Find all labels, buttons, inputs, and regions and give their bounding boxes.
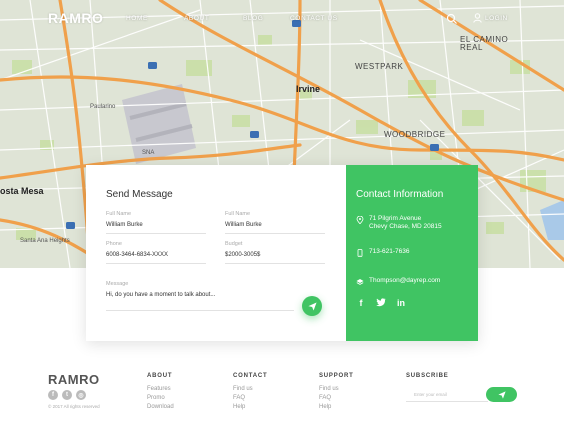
footer-social-links: f t ◎ — [48, 390, 86, 400]
field-value[interactable]: William Burke — [106, 222, 206, 234]
nav-about[interactable]: ABOUT — [184, 15, 209, 22]
logo[interactable]: RAMRO — [48, 10, 103, 26]
email-text[interactable]: Thompson@dayrep.com — [369, 277, 440, 285]
field-value[interactable]: $2000-3005$ — [225, 252, 325, 264]
layers-icon — [356, 279, 364, 285]
login-button[interactable]: LOGIN — [473, 13, 508, 23]
copyright: © 2017 All rights reserved — [48, 404, 100, 409]
twitter-icon[interactable] — [376, 298, 386, 308]
footer-col-contact: CONTACT Find us FAQ Help — [233, 373, 267, 413]
facebook-icon[interactable]: f — [356, 298, 366, 308]
paper-plane-icon — [497, 390, 506, 399]
email-row: Thompson@dayrep.com — [356, 277, 440, 286]
field-label: Budget — [225, 241, 243, 247]
footer-facebook-icon[interactable]: f — [48, 390, 58, 400]
map-label-costa-mesa: osta Mesa — [0, 186, 44, 196]
map-label-el-camino: EL CAMINO REAL — [460, 35, 509, 52]
subscribe-email-input[interactable] — [406, 388, 488, 402]
map-label-westpark: WESTPARK — [355, 62, 404, 71]
form-title: Send Message — [106, 189, 173, 200]
contact-info-panel: Contact Information 71 Pilgrim Avenue Ch… — [346, 165, 478, 341]
budget-field[interactable]: Budget $2000-3005$ — [225, 241, 325, 264]
map-label-irvine: Irvine — [296, 84, 321, 94]
field-value[interactable]: 6008-3464-6834-XXXX — [106, 252, 206, 264]
field-label: Full Name — [106, 211, 132, 217]
linkedin-icon[interactable]: in — [396, 298, 406, 308]
login-label: LOGIN — [485, 14, 508, 22]
field-label: Message — [106, 281, 129, 287]
field-value[interactable]: William Burke — [225, 222, 325, 234]
address-line-2: Chevy Chase, MD 20815 — [369, 223, 442, 230]
footer-heading: CONTACT — [233, 373, 268, 379]
phone-field[interactable]: Phone 6008-3464-6834-XXXX — [106, 241, 206, 264]
user-icon — [473, 13, 482, 23]
full-name-field-2[interactable]: Full Name William Burke — [225, 211, 325, 234]
footer-link[interactable]: Features — [147, 386, 174, 392]
footer-link[interactable]: FAQ — [233, 395, 267, 401]
footer-col-support: SUPPORT Find us FAQ Help — [319, 373, 354, 413]
footer-link[interactable]: Find us — [233, 386, 267, 392]
footer-link[interactable]: Help — [233, 404, 267, 410]
phone-text[interactable]: 713-621-7636 — [369, 248, 409, 256]
message-value[interactable]: Hi, do you have a moment to talk about..… — [106, 292, 294, 311]
footer-link[interactable]: FAQ — [319, 395, 354, 401]
header: RAMRO HOME ABOUT BLOG CONTACT US LOGIN — [0, 0, 564, 36]
map-label-sna: SNA — [142, 150, 155, 156]
phone-row: 713-621-7636 — [356, 248, 409, 257]
nav-home[interactable]: HOME — [126, 15, 148, 22]
nav-blog[interactable]: BLOG — [243, 15, 263, 22]
footer-instagram-icon[interactable]: ◎ — [76, 390, 86, 400]
map-label-paularino: Paularino — [90, 104, 116, 110]
address-row: 71 Pilgrim Avenue Chevy Chase, MD 20815 — [356, 215, 442, 231]
contact-card: Send Message Full Name William Burke Ful… — [86, 165, 478, 341]
footer-link[interactable]: Promo — [147, 395, 174, 401]
info-title: Contact Information — [356, 189, 444, 200]
phone-icon — [357, 249, 363, 257]
search-button[interactable] — [446, 12, 458, 24]
footer-col-about: ABOUT Features Promo Download — [147, 373, 174, 413]
footer-twitter-icon[interactable]: t — [62, 390, 72, 400]
footer-logo[interactable]: RAMRO — [48, 372, 100, 387]
paper-plane-icon — [307, 301, 317, 311]
subscribe-button[interactable] — [486, 387, 517, 402]
contact-social-links: f in — [356, 298, 406, 308]
map-label-woodbridge: WOODBRIDGE — [384, 130, 446, 139]
search-icon — [446, 13, 457, 24]
address-text: 71 Pilgrim Avenue Chevy Chase, MD 20815 — [369, 215, 442, 231]
full-name-field[interactable]: Full Name William Burke — [106, 211, 206, 234]
message-field[interactable]: Message Hi, do you have a moment to talk… — [106, 281, 294, 311]
map-label-santa-ana-heights: Santa Ana Heights — [20, 238, 70, 244]
field-label: Phone — [106, 241, 122, 247]
location-pin-icon — [356, 216, 364, 224]
footer-link[interactable]: Download — [147, 404, 174, 410]
send-message-form: Send Message Full Name William Burke Ful… — [86, 165, 346, 341]
field-label: Full Name — [225, 211, 251, 217]
nav-contact-us[interactable]: CONTACT US — [290, 15, 338, 22]
footer-link[interactable]: Help — [319, 404, 354, 410]
footer-heading: ABOUT — [147, 373, 173, 379]
footer-link[interactable]: Find us — [319, 386, 354, 392]
footer-heading: SUPPORT — [319, 373, 354, 379]
subscribe-heading: SUBSCRIBE — [406, 373, 449, 379]
address-line-1: 71 Pilgrim Avenue — [369, 215, 422, 222]
send-button[interactable] — [302, 296, 322, 316]
footer-col-subscribe: SUBSCRIBE — [406, 373, 449, 386]
